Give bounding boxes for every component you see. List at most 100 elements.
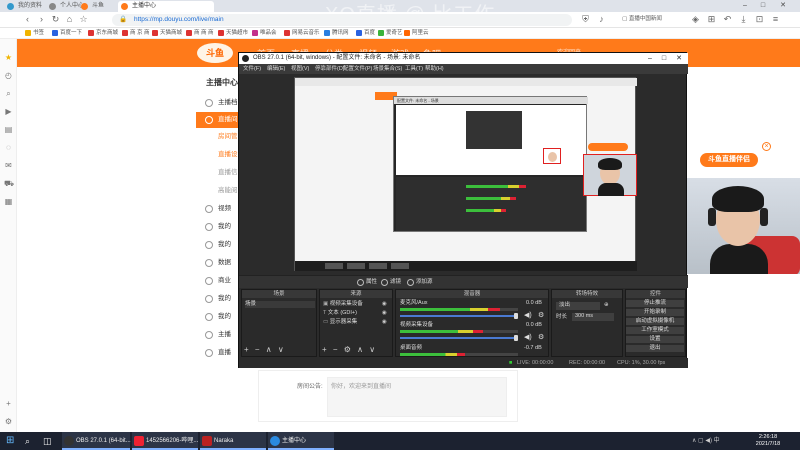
transition-select[interactable]: 淡出 — [556, 302, 600, 310]
taskbar-item-obs[interactable]: OBS 27.0.1 (64-bit... — [62, 432, 131, 450]
chat-icon[interactable]: ◌ — [4, 143, 13, 152]
add-transition-icon[interactable]: ⊕ — [604, 302, 609, 309]
minimize-icon[interactable]: – — [738, 0, 752, 11]
settings-button[interactable]: 设置 — [626, 336, 684, 343]
visibility-eye-icon[interactable]: ◉ — [382, 319, 387, 326]
menu-icon[interactable]: ≡ — [770, 14, 781, 25]
windows-start-icon[interactable]: ⊞ — [0, 432, 20, 450]
visibility-eye-icon[interactable]: ◉ — [382, 310, 387, 317]
maximize-icon[interactable]: □ — [756, 0, 770, 11]
note-icon[interactable]: ▤ — [4, 125, 13, 134]
taskbar-item-naraka[interactable]: Naraka — [200, 432, 266, 450]
docs-icon[interactable]: ▦ — [4, 197, 13, 206]
volume-slider[interactable] — [400, 337, 518, 339]
add-source-button[interactable]: 添加源 — [407, 278, 433, 287]
obs-minimize-icon[interactable]: – — [643, 53, 657, 64]
properties-button[interactable]: 属性 — [357, 278, 377, 287]
menu-tools[interactable]: 工具(T) — [405, 65, 423, 73]
bell-icon[interactable]: ♪ — [596, 14, 607, 25]
menu-profile[interactable]: 配置文件(P) — [343, 65, 372, 73]
menu-scene-collection[interactable]: 场景集合(S) — [373, 65, 402, 73]
history-icon[interactable]: ◴ — [4, 71, 13, 80]
menu-edit[interactable]: 编辑(E) — [267, 65, 285, 73]
source-item-display[interactable]: ▭ 显示器采集 — [323, 319, 357, 326]
download-icon[interactable]: ⤓ — [738, 14, 749, 25]
tab-douyu[interactable]: 斗鱼 — [78, 1, 112, 12]
forward-icon[interactable]: › — [36, 14, 47, 25]
speaker-icon[interactable]: ◀) — [524, 334, 532, 341]
filters-button[interactable]: 滤镜 — [381, 278, 401, 287]
url-bar[interactable]: 🔒 https://mp.douyu.com/live/main — [112, 14, 572, 26]
bookmark-item[interactable]: 阿里云 — [404, 29, 429, 38]
studio-mode-button[interactable]: 工作室模式 — [626, 327, 684, 334]
speaker-icon[interactable]: ◀) — [524, 312, 532, 319]
menu-docks[interactable]: 停靠部件(D) — [315, 65, 345, 73]
bookmark-item[interactable]: 百度一下 — [52, 29, 82, 38]
exit-button[interactable]: 退出 — [626, 345, 684, 352]
back-icon[interactable]: ‹ — [22, 14, 33, 25]
video-icon[interactable]: ▶ — [4, 107, 13, 116]
virtual-camera-button[interactable]: 启动虚拟摄像机 — [626, 318, 684, 325]
promo-badge[interactable]: 斗鱼直播伴侣 — [700, 153, 758, 167]
search-icon[interactable]: ⌕ — [22, 432, 38, 450]
source-item-text[interactable]: T 文本 (GDI+) — [323, 310, 357, 317]
news-ticker[interactable]: ▢ 直播中国新闻 — [612, 14, 672, 25]
visibility-eye-icon[interactable]: ◉ — [382, 301, 387, 308]
scene-controls[interactable]: + − ∧ ∨ — [244, 345, 286, 354]
obs-close-icon[interactable]: ✕ — [672, 53, 686, 64]
announcement-input[interactable]: 你好，欢迎来到直播间 — [327, 377, 507, 417]
apps-icon[interactable]: ⊡ — [754, 14, 765, 25]
bookmark-item[interactable]: 天猫超市 — [218, 29, 248, 38]
start-recording-button[interactable]: 开始录制 — [626, 309, 684, 316]
volume-knob[interactable] — [514, 313, 518, 319]
volume-slider[interactable] — [400, 315, 518, 317]
bookmark-item[interactable]: 商 商 商 — [186, 29, 214, 38]
system-tray[interactable]: ∧ ▢ ◀) 中 — [690, 432, 740, 450]
game-icon[interactable]: ◈ — [690, 14, 701, 25]
menu-file[interactable]: 文件(F) — [243, 65, 261, 73]
tab-profile[interactable]: 我的资料 — [4, 1, 48, 12]
stop-streaming-button[interactable]: 停止推流 — [626, 300, 684, 307]
bookmark-item[interactable]: 书签 — [25, 29, 44, 38]
gear-icon[interactable]: ⚙ — [538, 334, 544, 341]
favorites-icon[interactable]: ★ — [4, 53, 13, 62]
bookmark-item[interactable]: 京东商城 — [88, 29, 118, 38]
bookmark-item[interactable]: 腾讯网 — [324, 29, 349, 38]
shield-icon[interactable]: ⛨ — [580, 14, 591, 25]
bookmark-item[interactable]: 百度 — [356, 29, 375, 38]
clock[interactable]: 2:26:18 2021/7/18 — [748, 434, 788, 448]
bookmark-item[interactable]: 天猫商城 — [152, 29, 182, 38]
obs-preview[interactable]: 配置文件: 未命名 - 场景 — [294, 77, 637, 271]
duration-input[interactable]: 300 ms — [572, 313, 614, 321]
mail-icon[interactable]: ✉ — [4, 161, 13, 170]
bookmark-item[interactable]: 商 京 商 — [122, 29, 150, 38]
menu-view[interactable]: 视图(V) — [291, 65, 309, 73]
search-icon[interactable]: ⌕ — [4, 89, 13, 98]
promo-close-icon[interactable]: × — [762, 142, 771, 151]
bookmark-item[interactable]: 唯品会 — [252, 29, 277, 38]
refresh-icon[interactable]: ↻ — [50, 14, 61, 25]
douyu-logo[interactable]: 斗鱼 — [197, 43, 233, 63]
undo-icon[interactable]: ↶ — [722, 14, 733, 25]
scene-item[interactable]: 场景 — [245, 301, 315, 308]
bookmark-item[interactable]: 网易云音乐 — [284, 29, 320, 38]
cam-source-bbox[interactable] — [583, 143, 637, 196]
extension-icon[interactable]: ⊞ — [706, 14, 717, 25]
task-view-icon[interactable]: ◫ — [40, 432, 56, 450]
add-icon[interactable]: + — [4, 399, 13, 408]
source-item-video-capture[interactable]: ▣ 视频采集设备 — [323, 301, 363, 308]
menu-help[interactable]: 帮助(H) — [425, 65, 444, 73]
source-controls[interactable]: + − ⚙ ∧ ∨ — [322, 345, 377, 354]
taskbar-item-browser[interactable]: 主播中心 — [268, 432, 334, 450]
settings-icon[interactable]: ⚙ — [4, 417, 13, 426]
cart-icon[interactable]: ⛟ — [4, 179, 14, 188]
bookmark-star-icon[interactable]: ☆ — [78, 14, 89, 25]
close-icon[interactable]: ✕ — [776, 0, 790, 11]
bookmark-item[interactable]: 爱奇艺 — [378, 29, 403, 38]
tab-streamer-center[interactable]: 主播中心 — [118, 1, 214, 12]
tab-user-center[interactable]: 个人中心 — [46, 1, 84, 12]
volume-knob[interactable] — [514, 335, 518, 341]
obs-maximize-icon[interactable]: □ — [657, 53, 671, 64]
taskbar-item-video[interactable]: 1452566206-哔哩... — [132, 432, 198, 450]
home-icon[interactable]: ⌂ — [64, 14, 75, 25]
